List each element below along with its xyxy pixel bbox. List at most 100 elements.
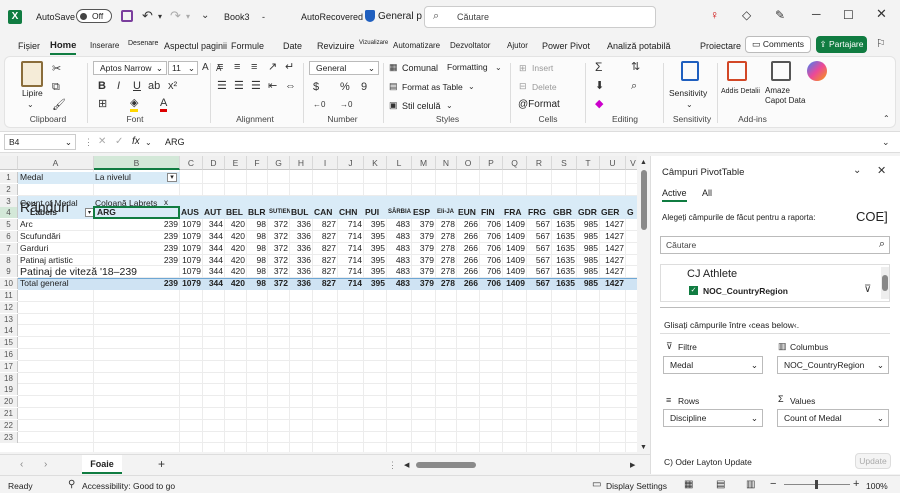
pivot-value-cell[interactable]: 1427 [600,231,626,242]
row-header[interactable]: 13 [0,313,18,325]
pivot-column-header[interactable]: SÂRBIA [388,207,412,218]
pivot-column-header[interactable]: SUTIEN [269,207,290,218]
insert-label[interactable]: Insert [532,63,553,73]
tab-help[interactable]: Ajutor [507,41,528,50]
format-label[interactable]: @Format [518,99,560,110]
field-search-input[interactable]: Căutare ⌕ [660,236,890,254]
pivot-column-header[interactable]: ESP [413,207,436,218]
row-header[interactable]: 22 [0,419,18,431]
pivot-value-cell[interactable]: 1427 [600,219,626,230]
share-button[interactable]: ⇪ Partajare [816,36,867,53]
insert-icon[interactable]: ⊞ [519,62,527,74]
tab-insert[interactable]: Inserare [90,41,119,50]
pivot-column-header[interactable]: CAN [314,207,338,218]
sensitivity-label[interactable]: General p [378,11,422,22]
italic-icon[interactable]: I [117,80,120,92]
pen-icon[interactable]: ✎ [775,9,785,21]
pivot-value-cell[interactable]: 827 [313,231,338,242]
zoom-in-icon[interactable]: + [853,478,859,490]
tab-home[interactable]: Home [50,40,76,51]
delete-icon[interactable]: ⊟ [519,80,527,92]
pivot-value-cell[interactable]: 336 [290,231,313,242]
chevron-down-icon[interactable]: ⌄ [495,62,502,74]
pivot-value-cell[interactable]: 372 [268,255,290,266]
pivot-value-cell[interactable]: 483 [387,243,412,254]
column-header[interactable]: N [436,156,457,170]
pivot-value-cell[interactable]: 567 [527,255,552,266]
pivot-value-cell[interactable]: 1079 [180,219,203,230]
align-right-icon[interactable]: ☰ [251,80,261,92]
autosave-toggle[interactable]: Off [76,9,112,23]
align-left-icon[interactable]: ☰ [217,80,227,92]
column-header[interactable]: E [225,156,247,170]
chevron-down-icon[interactable]: ⌄ [686,99,693,111]
decrease-decimal-icon[interactable]: →0 [340,99,352,111]
pivot-value-cell[interactable]: 1635 [552,243,577,254]
column-header[interactable]: C [180,156,203,170]
pivot-value-cell[interactable]: 98 [247,255,268,266]
scroll-down-icon[interactable]: ▼ [640,442,647,454]
pivot-value-cell[interactable]: 420 [225,243,247,254]
column-header[interactable]: F [247,156,268,170]
minimize-icon[interactable]: ─ [812,8,821,20]
rows-item-discipline[interactable]: Discipline ⌄ [663,409,763,427]
filter-icon[interactable]: ⊽ [864,284,871,296]
comma-icon[interactable]: 9 [361,81,367,93]
pivot-value-cell[interactable]: 278 [436,219,457,230]
display-settings-label[interactable]: Display Settings [606,481,667,491]
accessibility-icon[interactable]: ⚲ [68,479,75,491]
pivot-row-label[interactable]: Arc [20,219,92,230]
zoom-out-icon[interactable]: − [770,478,776,490]
pivot-value-cell[interactable]: 827 [313,243,338,254]
field-item-country[interactable]: NOC_CountryRegion [703,286,788,296]
superscript-icon[interactable]: x² [168,80,177,92]
more-options-icon[interactable]: ⋮ [84,136,93,148]
pivot-value-cell[interactable]: 1635 [552,266,577,277]
pivot-value-cell[interactable]: 395 [364,255,387,266]
more-sheets-icon[interactable]: ⋮ [388,459,397,471]
pivot-value-cell[interactable]: 567 [527,266,552,277]
pivot-value-cell[interactable]: 985 [577,231,600,242]
grand-total-cell[interactable]: 239 [94,278,180,289]
pane-close-icon[interactable]: ✕ [877,165,886,177]
format-table-icon[interactable]: ▤ [389,80,398,92]
fill-color-icon[interactable]: ◈ [130,97,139,112]
field-list-scroll-thumb[interactable] [882,275,888,291]
sort-filter-icon[interactable]: ⇅ [631,61,640,73]
pivot-value-cell[interactable]: 827 [313,255,338,266]
pivot-value-cell[interactable]: 395 [364,266,387,277]
pivot-value-cell[interactable]: 714 [338,266,364,277]
pivot-value-cell[interactable]: 239 [94,255,180,266]
pivot-value-cell[interactable]: 1427 [600,243,626,254]
sensitivity-icon[interactable] [681,61,699,81]
pivot-value-cell[interactable]: 278 [436,255,457,266]
increase-decimal-icon[interactable]: ←0 [313,99,325,111]
row-header[interactable]: 4 [0,207,18,219]
pivot-column-header[interactable]: BUL [291,207,313,218]
conditional-format-icon[interactable]: ▦ [389,61,398,73]
pivot-value-cell[interactable]: 278 [436,231,457,242]
display-settings-icon[interactable]: ▭ [592,479,601,491]
grand-total-cell[interactable]: 372 [268,278,290,289]
pivot-value-cell[interactable]: 714 [338,255,364,266]
pivot-value-cell[interactable]: 344 [203,266,225,277]
pivot-value-cell[interactable]: 706 [480,219,503,230]
column-header[interactable]: A [18,156,94,170]
grand-total-cell[interactable]: 985 [577,278,600,289]
next-sheet-icon[interactable]: › [44,459,47,471]
pivot-column-header[interactable]: AUT [204,207,225,218]
pivot-value-cell[interactable]: 372 [268,231,290,242]
column-filter-icon[interactable]: x [164,198,168,207]
column-header[interactable]: L [387,156,412,170]
scroll-up-icon[interactable]: ▲ [640,157,647,169]
align-middle-icon[interactable]: ≡ [234,61,240,73]
pivot-value-cell[interactable]: 1079 [180,231,203,242]
tab-review[interactable]: Revizuire [317,41,355,51]
zoom-slider[interactable] [784,480,850,489]
grand-total-cell[interactable]: 706 [480,278,503,289]
pivot-value-cell[interactable]: 98 [247,266,268,277]
lightbulb-icon[interactable]: ♀ [710,9,719,21]
comments-button[interactable]: ▭ Comments [745,36,811,53]
column-header[interactable]: J [338,156,364,170]
row-header[interactable]: 23 [0,431,18,443]
